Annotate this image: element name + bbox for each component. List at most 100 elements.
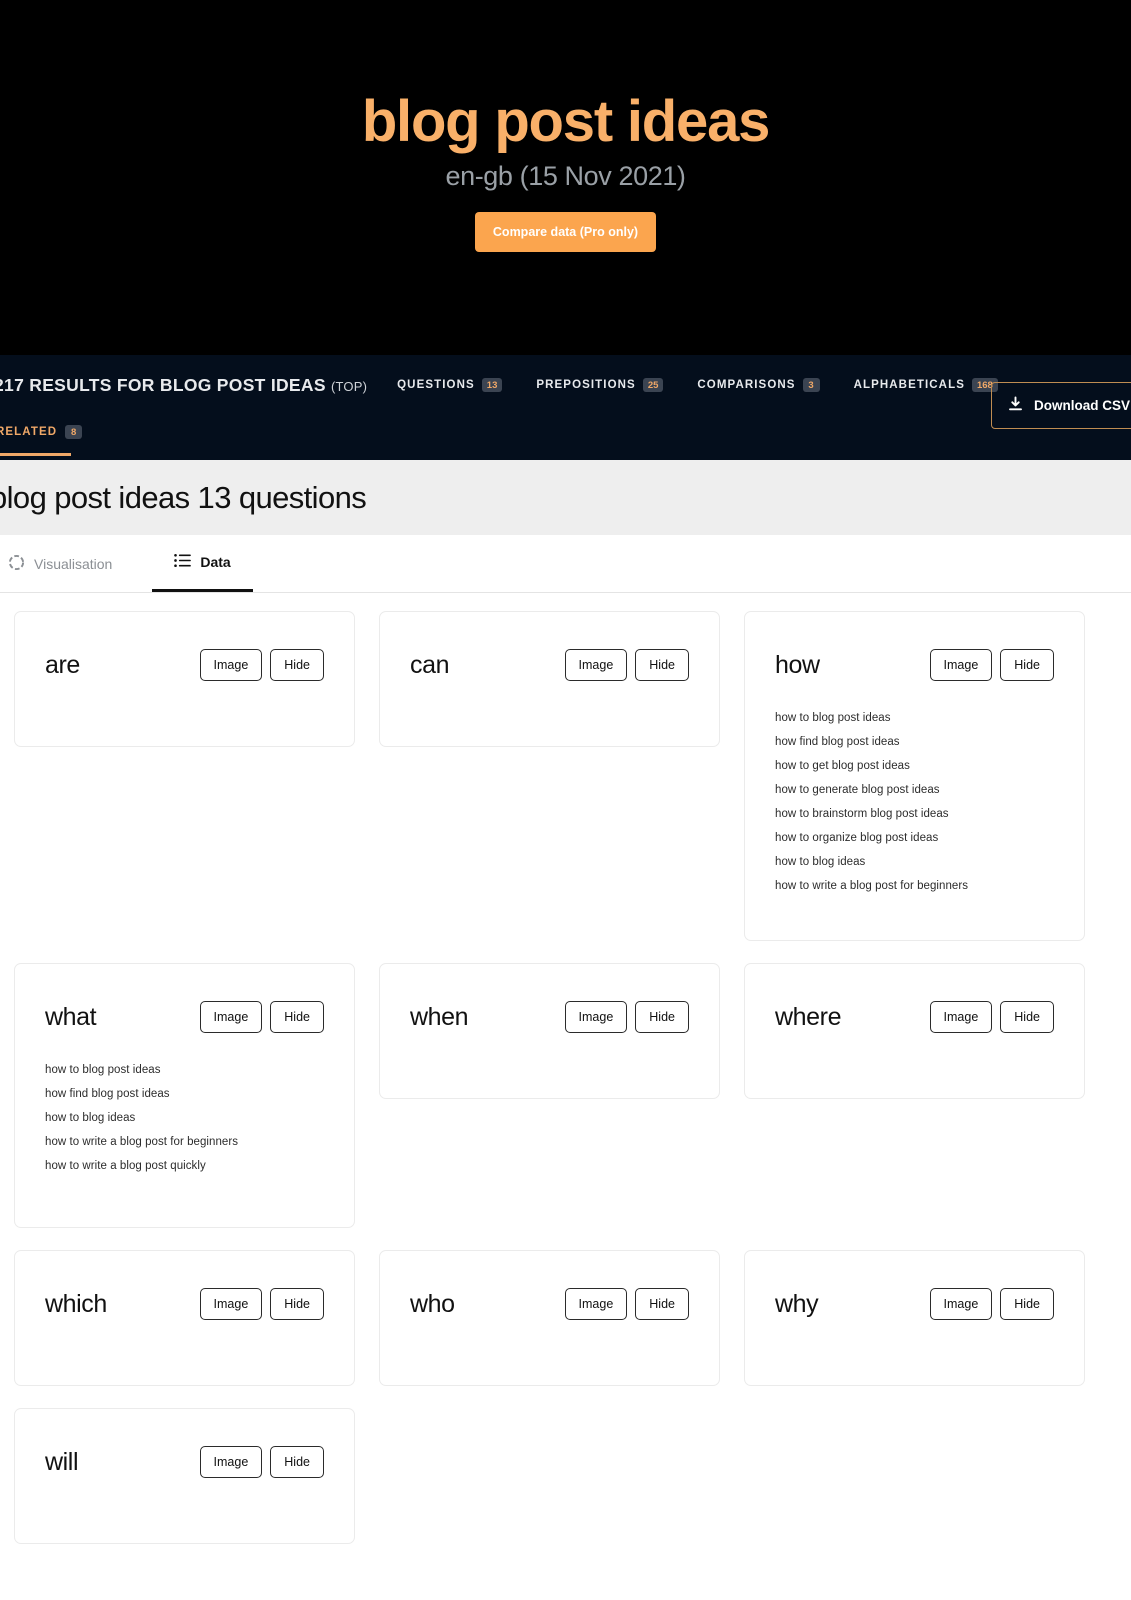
question-card-how: how Image Hide how to blog post ideas how… (744, 611, 1085, 941)
card-title: which (45, 1289, 107, 1318)
card-actions: Image Hide (564, 648, 689, 682)
hide-button[interactable]: Hide (1000, 1287, 1054, 1321)
suggestion-row[interactable]: how to blog post ideas (775, 706, 1054, 730)
suggestion-list: how to blog post ideas how find blog post… (775, 706, 1054, 898)
donut-chart-icon (8, 554, 25, 574)
results-count-text: 217 RESULTS FOR BLOG POST IDEAS (0, 374, 326, 395)
hide-button[interactable]: Hide (270, 1000, 324, 1034)
card-title: can (410, 650, 450, 679)
question-card-when: when Image Hide (379, 963, 720, 1099)
suggestion-row[interactable]: how to write a blog post for beginners (45, 1130, 324, 1154)
card-title: where (775, 1002, 842, 1031)
card-actions: Image Hide (199, 1445, 324, 1479)
image-button[interactable]: Image (564, 648, 628, 682)
results-count-title: 217 RESULTS FOR BLOG POST IDEAS (TOP) (0, 375, 367, 396)
nav-tab-prepositions-label: PREPOSITIONS (536, 379, 636, 391)
image-button[interactable]: Image (199, 1445, 263, 1479)
image-button[interactable]: Image (564, 1287, 628, 1321)
suggestion-row[interactable]: how to blog ideas (45, 1106, 324, 1130)
card-header: which Image Hide (45, 1281, 324, 1327)
image-button[interactable]: Image (929, 648, 993, 682)
suggestion-row[interactable]: how to write a blog post quickly (45, 1154, 324, 1178)
question-card-what: what Image Hide how to blog post ideas ho… (14, 963, 355, 1228)
nav-tab-prepositions-badge: 25 (642, 377, 664, 393)
card-header: when Image Hide (410, 994, 689, 1040)
tab-data-label: Data (200, 554, 231, 570)
hide-button[interactable]: Hide (1000, 1000, 1054, 1034)
card-header: why Image Hide (775, 1281, 1054, 1327)
nav-tab-comparisons-badge: 3 (802, 377, 820, 393)
card-title: are (45, 650, 80, 679)
hide-button[interactable]: Hide (270, 1445, 324, 1479)
suggestion-row[interactable]: how to organize blog post ideas (775, 826, 1054, 850)
card-header: where Image Hide (775, 994, 1054, 1040)
nav-tab-prepositions[interactable]: PREPOSITIONS 25 (536, 377, 664, 393)
suggestion-row[interactable]: how to get blog post ideas (775, 754, 1054, 778)
hero-title: blog post ideas (361, 89, 771, 154)
image-button[interactable]: Image (199, 648, 263, 682)
hero-banner: blog post ideas en-gb (15 Nov 2021) Comp… (0, 0, 1131, 355)
compare-data-button[interactable]: Compare data (Pro only) (474, 211, 657, 252)
hide-button[interactable]: Hide (635, 1287, 689, 1321)
tab-visualisation[interactable]: Visualisation (0, 535, 134, 592)
card-header: who Image Hide (410, 1281, 689, 1327)
hide-button[interactable]: Hide (270, 1287, 324, 1321)
hide-button[interactable]: Hide (270, 648, 324, 682)
nav-tab-comparisons[interactable]: COMPARISONS 3 (697, 377, 820, 393)
card-actions: Image Hide (199, 1000, 324, 1034)
navbar-tab-list: QUESTIONS 13 PREPOSITIONS 25 COMPARISONS… (397, 377, 998, 393)
question-card-will: will Image Hide (14, 1408, 355, 1544)
suggestion-row[interactable]: how to blog ideas (775, 850, 1054, 874)
suggestion-row[interactable]: how find blog post ideas (45, 1082, 324, 1106)
tab-data[interactable]: Data (152, 535, 253, 592)
navbar-primary-row: 217 RESULTS FOR BLOG POST IDEAS (TOP) QU… (0, 355, 1131, 429)
hide-button[interactable]: Hide (1000, 648, 1054, 682)
nav-tab-alphabeticals[interactable]: ALPHABETICALS 168 (853, 377, 998, 393)
tab-visualisation-label: Visualisation (34, 555, 113, 572)
suggestion-row[interactable]: how to write a blog post for beginners (775, 874, 1054, 898)
card-header: what Image Hide (45, 994, 324, 1040)
suggestion-row[interactable]: how find blog post ideas (775, 730, 1054, 754)
results-navbar: 217 RESULTS FOR BLOG POST IDEAS (TOP) QU… (0, 355, 1131, 460)
download-icon (1008, 396, 1023, 415)
view-tab-bar: Visualisation Data (0, 535, 1131, 593)
card-actions: Image Hide (199, 648, 324, 682)
nav-tab-comparisons-label: COMPARISONS (697, 379, 796, 391)
card-title: will (45, 1447, 79, 1476)
nav-tab-related-badge: 8 (65, 424, 83, 440)
hide-button[interactable]: Hide (635, 648, 689, 682)
card-header: how Image Hide (775, 642, 1054, 688)
image-button[interactable]: Image (564, 1000, 628, 1034)
image-button[interactable]: Image (199, 1000, 263, 1034)
card-title: who (410, 1289, 455, 1318)
question-card-who: who Image Hide (379, 1250, 720, 1386)
suggestion-row[interactable]: how to blog post ideas (45, 1058, 324, 1082)
image-button[interactable]: Image (929, 1287, 993, 1321)
image-button[interactable]: Image (199, 1287, 263, 1321)
hide-button[interactable]: Hide (635, 1000, 689, 1034)
nav-tab-questions-label: QUESTIONS (397, 379, 475, 391)
card-title: what (45, 1002, 97, 1031)
download-csv-label: Download CSV (1033, 398, 1130, 413)
question-card-can: can Image Hide (379, 611, 720, 747)
nav-tab-questions[interactable]: QUESTIONS 13 (397, 377, 503, 393)
suggestion-row[interactable]: how to brainstorm blog post ideas (775, 802, 1054, 826)
nav-tab-related-label: RELATED (0, 426, 58, 438)
question-card-which: which Image Hide (14, 1250, 355, 1386)
results-scope-label: (TOP) (330, 378, 368, 394)
download-csv-button[interactable]: Download CSV (991, 382, 1131, 429)
card-actions: Image Hide (199, 1287, 324, 1321)
question-card-why: why Image Hide (744, 1250, 1085, 1386)
hero-subtitle: en-gb (15 Nov 2021) (445, 160, 686, 191)
card-actions: Image Hide (564, 1287, 689, 1321)
nav-tab-questions-badge: 13 (481, 377, 503, 393)
page-title: blog post ideas 13 questions (0, 479, 367, 515)
nav-tab-related[interactable]: RELATED 8 (0, 411, 83, 456)
card-actions: Image Hide (929, 1287, 1054, 1321)
suggestion-row[interactable]: how to generate blog post ideas (775, 778, 1054, 802)
nav-tab-alphabeticals-label: ALPHABETICALS (853, 379, 965, 391)
card-header: can Image Hide (410, 642, 689, 688)
card-title: why (775, 1289, 819, 1318)
question-card-are: are Image Hide (14, 611, 355, 747)
image-button[interactable]: Image (929, 1000, 993, 1034)
